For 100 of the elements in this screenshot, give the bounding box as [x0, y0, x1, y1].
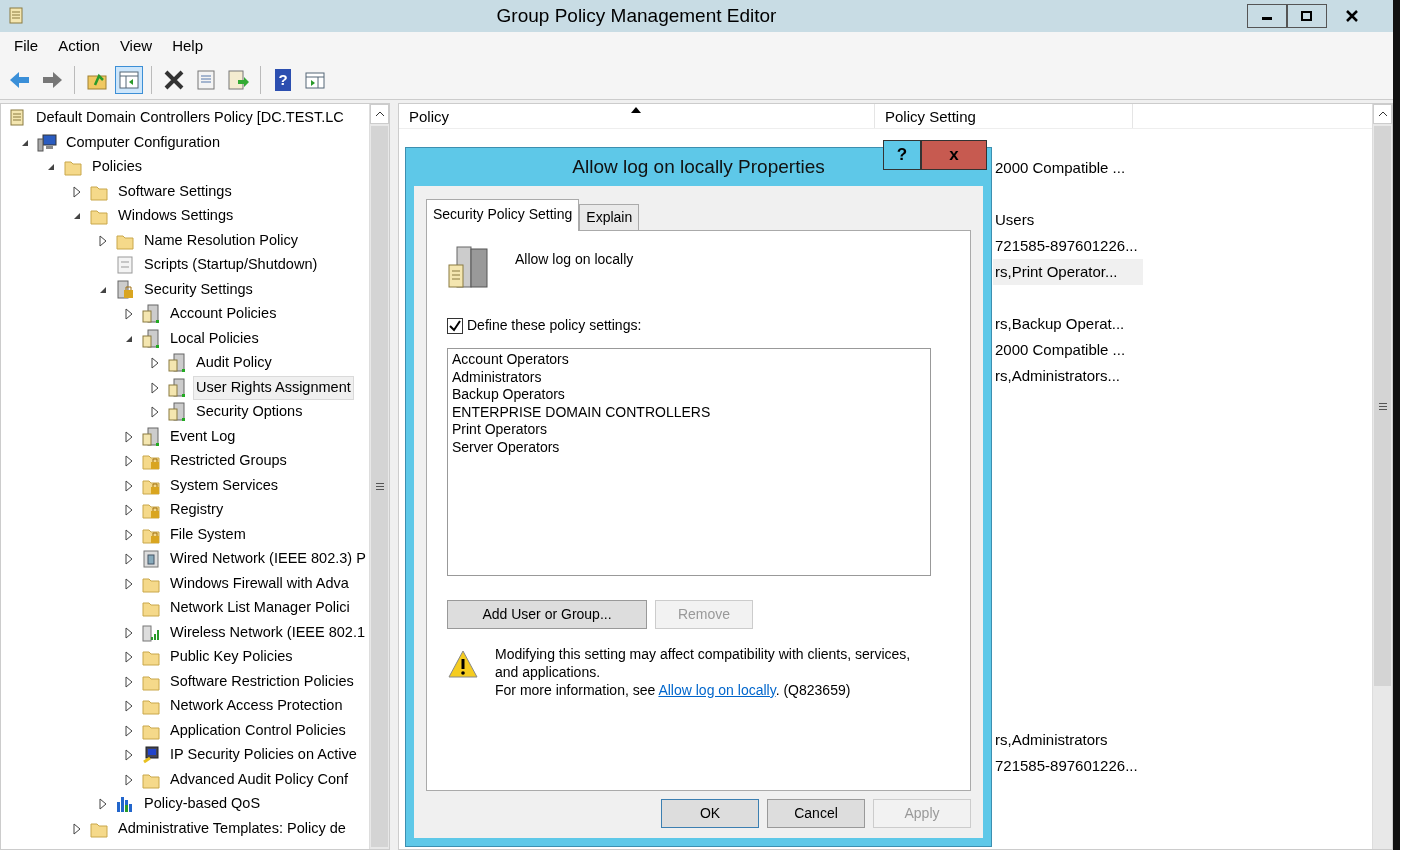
tree-item[interactable]: Restricted Groups — [167, 449, 290, 474]
help-button[interactable]: ? — [883, 140, 921, 170]
collapsed-triangle-icon[interactable] — [151, 406, 159, 419]
maximize-icon[interactable] — [1287, 4, 1327, 28]
computer-key-icon — [141, 745, 161, 766]
tree-item[interactable]: Network List Manager Polici — [167, 596, 353, 621]
tree-item[interactable]: IP Security Policies on Active — [167, 743, 360, 768]
tree-item[interactable]: Scripts (Startup/Shutdown) — [141, 253, 321, 278]
tree-item[interactable]: Software Restriction Policies — [167, 669, 357, 694]
collapsed-triangle-icon[interactable] — [125, 724, 133, 737]
member-list[interactable]: Account Operators Administrators Backup Operators ENTERPRISE DOMAIN CONTROLLERS Print Operators Server Operators — [447, 348, 931, 576]
tree-item[interactable]: Security Settings — [141, 277, 256, 302]
scrollbar-thumb[interactable] — [371, 126, 388, 847]
collapsed-triangle-icon[interactable] — [99, 234, 107, 247]
table-cell-text: 2000 Compatible ... — [994, 340, 1127, 360]
list-item[interactable]: ENTERPRISE DOMAIN CONTROLLERS — [452, 403, 926, 422]
scroll-up-icon[interactable] — [1377, 111, 1388, 117]
tab[interactable]: Explain — [579, 204, 640, 230]
collapsed-triangle-icon[interactable] — [125, 528, 133, 541]
scrollbar-thumb[interactable] — [1374, 126, 1391, 686]
tree-item[interactable]: Policies — [89, 155, 145, 180]
tree-item[interactable]: Advanced Audit Policy Conf — [167, 767, 352, 792]
sort-arrow-icon — [631, 107, 641, 113]
collapsed-triangle-icon[interactable] — [125, 430, 133, 443]
collapsed-triangle-icon[interactable] — [125, 308, 133, 321]
table-cell-text: 2000 Compatible ... — [994, 158, 1127, 178]
help-button[interactable]: ? — [269, 65, 297, 94]
tree-item[interactable]: Policy-based QoS — [141, 792, 264, 817]
table-cell-text: 721585-897601226... — [994, 236, 1139, 256]
collapsed-triangle-icon[interactable] — [125, 749, 133, 762]
collapsed-triangle-icon[interactable] — [125, 773, 133, 786]
list-item[interactable]: Backup Operators — [452, 386, 926, 404]
tree-item[interactable]: User Rights Assignment — [193, 375, 354, 400]
close-button[interactable]: x — [921, 140, 987, 170]
collapsed-triangle-icon[interactable] — [125, 675, 133, 688]
menu-item[interactable]: File — [6, 32, 47, 60]
collapsed-triangle-icon[interactable] — [125, 577, 133, 590]
column-header[interactable]: Policy — [399, 104, 875, 128]
menu-item[interactable]: Help — [164, 32, 211, 60]
table-cell-text: rs,Administrators — [994, 730, 1109, 750]
scrollbar[interactable] — [369, 104, 389, 849]
expanded-triangle-icon[interactable] — [99, 285, 107, 294]
expanded-triangle-icon[interactable] — [73, 212, 81, 221]
collapsed-triangle-icon[interactable] — [99, 798, 107, 811]
tree-item[interactable]: Computer Configuration — [63, 130, 223, 155]
tree-item[interactable]: Wired Network (IEEE 802.3) P — [167, 547, 369, 572]
tree-item[interactable]: Public Key Policies — [167, 645, 296, 670]
collapsed-triangle-icon[interactable] — [125, 626, 133, 639]
expanded-triangle-icon[interactable] — [47, 163, 55, 172]
checkbox-label: Define these policy settings: — [467, 316, 642, 335]
tree-item[interactable]: Software Settings — [115, 179, 235, 204]
checkmark-icon — [449, 319, 461, 332]
scroll-up-icon[interactable] — [374, 111, 385, 117]
collapsed-triangle-icon[interactable] — [73, 822, 81, 835]
server-icon — [167, 353, 187, 374]
button[interactable]: Cancel — [767, 799, 865, 828]
tree-item[interactable]: Event Log — [167, 424, 239, 449]
tree-item[interactable]: Network Access Protection — [167, 694, 346, 719]
tree-item[interactable]: Default Domain Controllers Policy [DC.TEST.LC — [33, 106, 347, 131]
tree-item[interactable]: Security Options — [193, 400, 306, 425]
tree-item[interactable]: Registry — [167, 498, 227, 523]
collapsed-triangle-icon[interactable] — [73, 185, 81, 198]
collapsed-triangle-icon[interactable] — [125, 553, 133, 566]
expanded-triangle-icon[interactable] — [125, 334, 133, 343]
tree-item[interactable]: Audit Policy — [193, 351, 275, 376]
tree-item[interactable]: Wireless Network (IEEE 802.1 — [167, 620, 368, 645]
collapsed-triangle-icon[interactable] — [151, 381, 159, 394]
button[interactable]: Add User or Group... — [447, 600, 647, 629]
menu-item[interactable]: View — [111, 32, 161, 60]
scrollbar[interactable] — [1372, 104, 1392, 849]
minimize-icon[interactable] — [1247, 4, 1287, 28]
collapsed-triangle-icon[interactable] — [125, 479, 133, 492]
tree-item[interactable]: Local Policies — [167, 326, 262, 351]
tree-item[interactable]: System Services — [167, 473, 281, 498]
tree-item[interactable]: Administrative Templates: Policy de — [115, 816, 349, 841]
list-item[interactable]: Account Operators — [452, 351, 926, 369]
pane-button[interactable] — [115, 65, 143, 94]
tree-item[interactable]: Name Resolution Policy — [141, 228, 301, 253]
list-item[interactable]: Server Operators — [452, 438, 926, 457]
list-item[interactable]: Print Operators — [452, 421, 926, 439]
expanded-triangle-icon[interactable] — [21, 138, 29, 147]
collapsed-triangle-icon[interactable] — [125, 455, 133, 468]
list-item[interactable]: Administrators — [452, 368, 926, 387]
table-cell-text: 721585-897601226... — [994, 756, 1139, 776]
tree-item[interactable]: Windows Settings — [115, 204, 237, 229]
tree-item[interactable]: Application Control Policies — [167, 718, 349, 743]
tree-item[interactable]: Windows Firewall with Adva — [167, 571, 352, 596]
tree-item[interactable]: File System — [167, 522, 249, 547]
server-icon — [167, 402, 187, 423]
collapsed-triangle-icon[interactable] — [125, 504, 133, 517]
collapsed-triangle-icon[interactable] — [125, 700, 133, 713]
button[interactable]: OK — [661, 799, 759, 828]
menu-item[interactable]: Action — [50, 32, 108, 60]
tab[interactable]: Security Policy Setting — [426, 199, 580, 231]
checkbox[interactable] — [447, 317, 463, 334]
tree-item[interactable]: Account Policies — [167, 302, 280, 327]
collapsed-triangle-icon[interactable] — [125, 651, 133, 664]
help-link[interactable]: Allow log on locally — [658, 682, 776, 698]
collapsed-triangle-icon[interactable] — [151, 357, 159, 370]
column-header[interactable]: Policy Setting — [875, 104, 1133, 128]
